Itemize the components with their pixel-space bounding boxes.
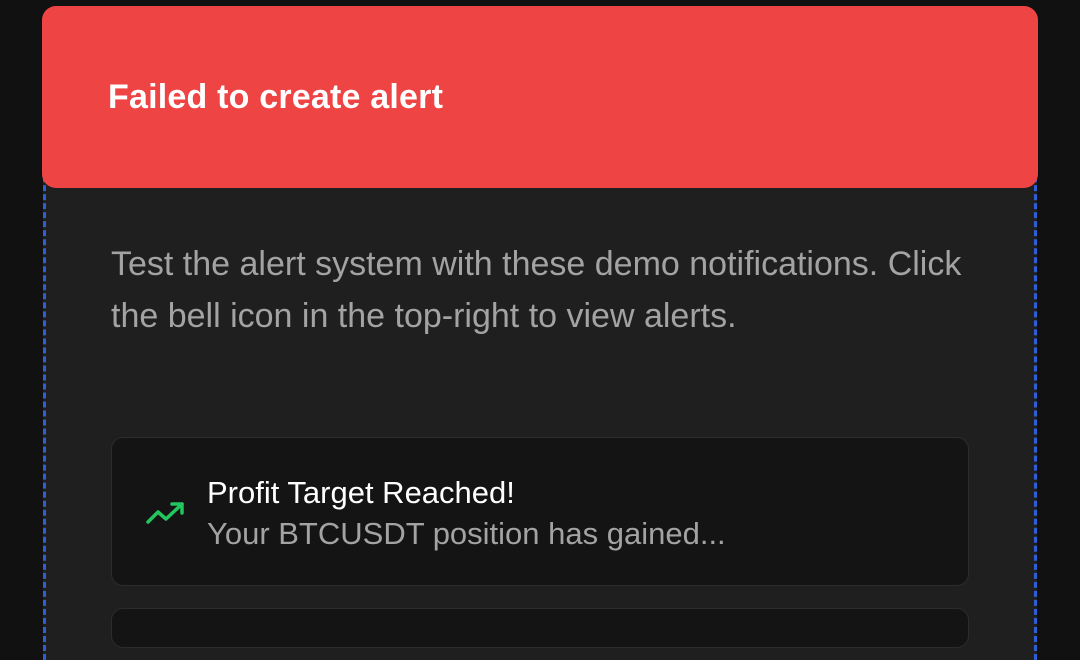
alert-subtitle: Your BTCUSDT position has gained... [207, 516, 726, 551]
panel-description: Test the alert system with these demo no… [111, 245, 962, 335]
error-toast[interactable]: Failed to create alert [42, 6, 1038, 188]
demo-alert-card[interactable]: Profit Target Reached! Your BTCUSDT posi… [111, 437, 969, 586]
error-toast-message: Failed to create alert [108, 77, 444, 116]
alert-title: Profit Target Reached! [207, 475, 515, 510]
trending-up-icon [146, 498, 186, 528]
demo-alert-card-partial[interactable] [111, 608, 969, 648]
